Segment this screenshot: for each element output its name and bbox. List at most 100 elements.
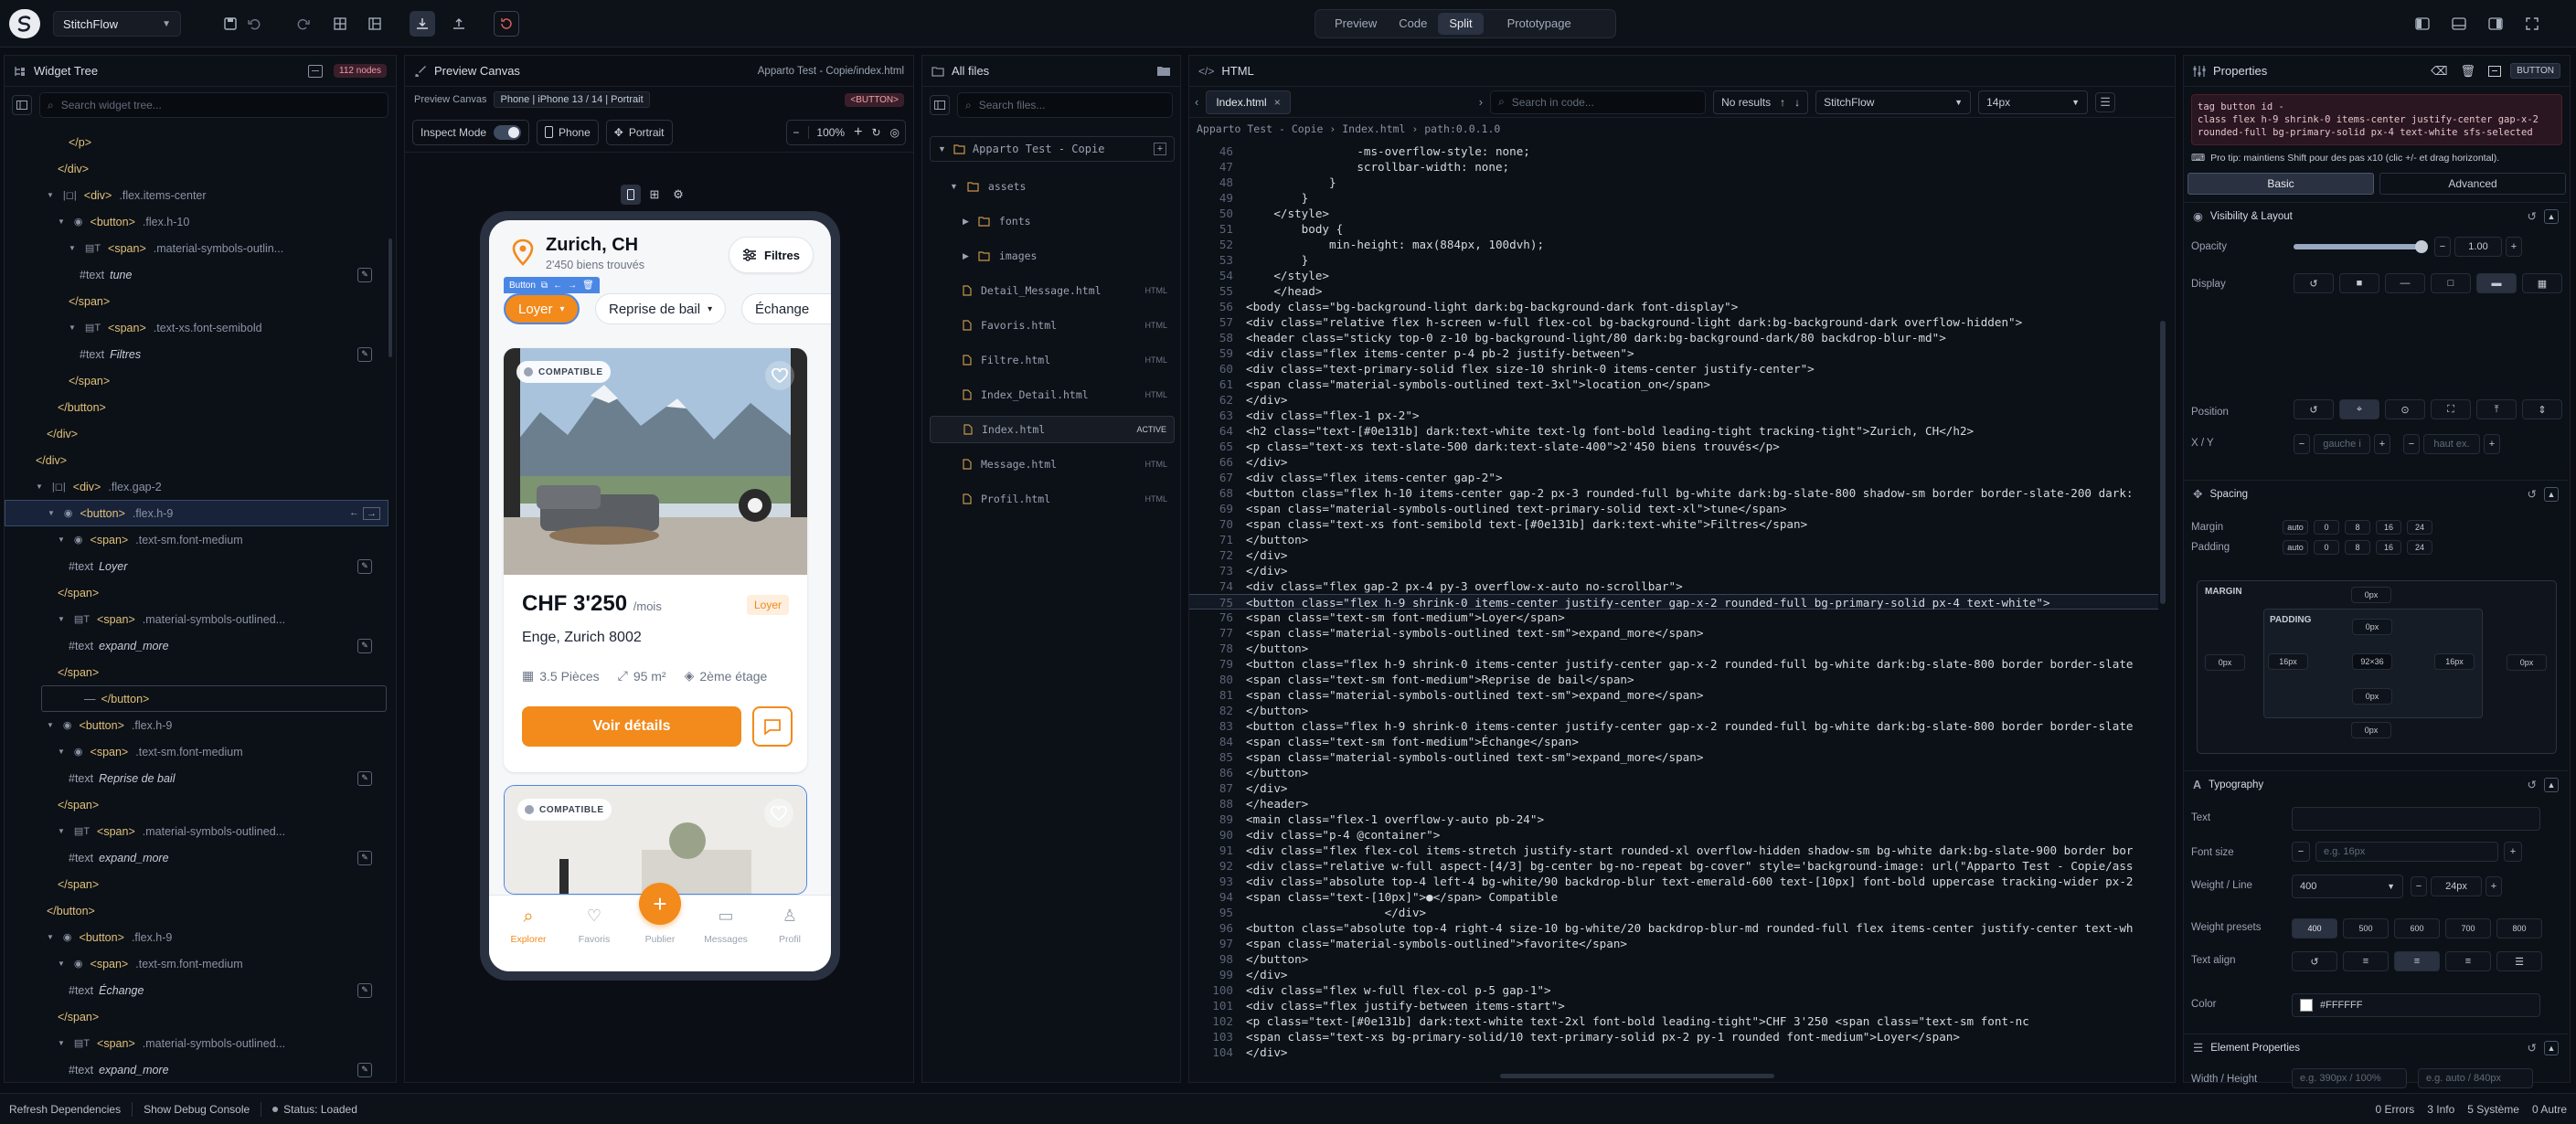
- project-selector[interactable]: StitchFlow ▼: [53, 11, 181, 37]
- tab-preview[interactable]: Preview: [1324, 13, 1388, 35]
- opacity-decrement[interactable]: −: [2434, 237, 2451, 257]
- preset-button[interactable]: 500: [2343, 918, 2389, 938]
- zoom-out-icon[interactable]: −: [793, 126, 799, 139]
- filters-button[interactable]: Filtres: [729, 237, 814, 273]
- file-item[interactable]: Filtre.html HTML: [930, 346, 1175, 374]
- tree-text-node[interactable]: #text tune ✎: [5, 261, 389, 288]
- inspect-switch[interactable]: [494, 124, 522, 140]
- preset-button[interactable]: 8: [2345, 520, 2370, 535]
- height-input[interactable]: e.g. auto / 840px: [2418, 1068, 2533, 1088]
- tree-row[interactable]: ▼ ▤T <span> .material-symbols-outlined...: [5, 606, 389, 632]
- reset-icon[interactable]: ↺: [2528, 487, 2537, 501]
- preset-button[interactable]: 24: [2407, 520, 2432, 535]
- reset-icon[interactable]: ↺: [2528, 778, 2537, 791]
- font-size-select[interactable]: 14px ▼: [1978, 90, 2089, 114]
- move-right-icon[interactable]: →: [568, 281, 577, 291]
- file-item[interactable]: Profil.html HTML: [930, 485, 1175, 513]
- element-section-header[interactable]: ☰ Element Properties ↺ ▲: [2184, 1034, 2568, 1061]
- folder-item[interactable]: ▶ fonts: [930, 207, 1175, 235]
- edit-icon[interactable]: ✎: [357, 267, 372, 282]
- preset-button[interactable]: 16: [2376, 540, 2401, 555]
- wrap-icon[interactable]: ☰: [2095, 91, 2116, 112]
- edit-icon[interactable]: ✎: [357, 558, 372, 574]
- chevron-down-icon[interactable]: ▼: [48, 509, 55, 517]
- tree-row[interactable]: ▼ ◉ <span> .text-sm.font-medium: [5, 950, 389, 977]
- delete-icon[interactable]: 🗑: [582, 281, 594, 291]
- line-increment[interactable]: +: [2486, 876, 2502, 896]
- align-reset-icon[interactable]: ↺: [2292, 951, 2337, 971]
- settings-icon[interactable]: ⚙: [668, 185, 688, 205]
- collapse-icon[interactable]: ▲: [2544, 1040, 2559, 1055]
- align-right-icon[interactable]: ≡: [2445, 951, 2491, 971]
- font-size-increment[interactable]: +: [2504, 842, 2522, 862]
- chevron-down-icon[interactable]: ▼: [47, 721, 54, 729]
- chevron-down-icon[interactable]: ▼: [36, 482, 43, 491]
- preset-button[interactable]: 600: [2394, 918, 2440, 938]
- message-button[interactable]: [752, 706, 793, 747]
- display-reset-icon[interactable]: ↺: [2294, 273, 2334, 293]
- tree-row[interactable]: ▼ ▤T <span> .text-xs.font-semibold: [5, 314, 389, 341]
- move-left-icon[interactable]: ←: [349, 507, 359, 520]
- tree-row[interactable]: ▼ ▤T <span> .material-symbols-outlin...: [5, 235, 389, 261]
- tree-row[interactable]: </span>: [5, 871, 389, 897]
- favorite-button[interactable]: [765, 361, 794, 390]
- tree-row[interactable]: </p>: [5, 129, 389, 155]
- display-inline-icon[interactable]: —: [2385, 273, 2425, 293]
- portrait-button[interactable]: ✥ Portrait: [605, 119, 673, 145]
- upload-icon[interactable]: [446, 11, 472, 37]
- code-hscrollbar[interactable]: [1500, 1074, 1774, 1078]
- display-block-icon[interactable]: ■: [2339, 273, 2379, 293]
- refresh-dependencies-button[interactable]: Refresh Dependencies: [9, 1103, 121, 1116]
- toggle-right-panel-icon[interactable]: [2483, 11, 2508, 37]
- spacing-section-header[interactable]: ✥ Spacing ↺ ▲: [2184, 480, 2568, 507]
- favorite-button-2[interactable]: [764, 799, 793, 828]
- nav-publier[interactable]: Publier: [633, 934, 687, 945]
- tree-row[interactable]: ▼ ◉ <button> .flex.h-9 ← →: [5, 500, 389, 526]
- preset-button[interactable]: 400: [2292, 918, 2337, 938]
- tab-advanced[interactable]: Advanced: [2379, 173, 2566, 195]
- tab-prototypage[interactable]: Prototypage: [1496, 13, 1582, 35]
- preset-button[interactable]: auto: [2283, 520, 2308, 535]
- reload-icon[interactable]: ↻: [871, 126, 880, 139]
- tree-row[interactable]: </span>: [5, 791, 389, 818]
- copy-icon[interactable]: ⧉: [541, 281, 548, 291]
- preset-button[interactable]: 0: [2314, 520, 2339, 535]
- mobile-frame-icon[interactable]: [621, 185, 641, 205]
- collapse-icon[interactable]: ▲: [2544, 208, 2559, 224]
- undo-icon[interactable]: [241, 11, 267, 37]
- position-absolute-icon[interactable]: ⛶: [2431, 399, 2471, 419]
- padding-right-input[interactable]: 16px: [2434, 653, 2475, 670]
- phone-device-button[interactable]: Phone: [537, 119, 599, 145]
- edit-icon[interactable]: ✎: [357, 346, 372, 362]
- chevron-right-icon[interactable]: ▶: [963, 217, 969, 227]
- code-lines[interactable]: 46 -ms-overflow-style: none; 47 scrollbar…: [1189, 143, 2158, 1076]
- chevron-down-icon[interactable]: ▼: [58, 960, 65, 968]
- tree-row[interactable]: </span>: [5, 579, 389, 606]
- tree-row[interactable]: ▼ |◻| <div> .flex.items-center: [5, 182, 389, 208]
- fullscreen-icon[interactable]: [2519, 11, 2545, 37]
- preset-button[interactable]: 8: [2345, 540, 2370, 555]
- display-inline-block-icon[interactable]: □: [2431, 273, 2471, 293]
- folder-item[interactable]: ▼ assets: [930, 173, 1175, 200]
- chip-loyer[interactable]: Loyer ▾: [504, 293, 580, 324]
- position-fixed-icon[interactable]: ⤒: [2476, 399, 2517, 419]
- tree-row[interactable]: </span>: [5, 367, 389, 394]
- other-count[interactable]: 0 Autre: [2532, 1103, 2567, 1116]
- edit-icon[interactable]: ✎: [357, 850, 372, 865]
- move-left-icon[interactable]: ←: [553, 281, 562, 291]
- display-flex-icon[interactable]: ▬: [2476, 273, 2517, 293]
- sidebar-toggle-icon[interactable]: [12, 95, 32, 115]
- width-input[interactable]: e.g. 390px / 100%: [2292, 1068, 2407, 1088]
- tree-row[interactable]: </span>: [5, 1003, 389, 1030]
- line-height-input[interactable]: 24px: [2431, 876, 2482, 896]
- tree-row[interactable]: </div>: [5, 155, 389, 182]
- nav-profil[interactable]: ♙ Profil: [763, 907, 816, 945]
- y-input[interactable]: haut ex.: [2423, 434, 2480, 454]
- preset-button[interactable]: 24: [2407, 540, 2432, 555]
- tree-text-node[interactable]: #text expand_more ✎: [5, 632, 389, 659]
- chevron-down-icon[interactable]: ▼: [69, 244, 76, 252]
- color-input[interactable]: #FFFFFF: [2292, 993, 2540, 1017]
- x-increment[interactable]: +: [2374, 434, 2390, 454]
- chevron-down-icon[interactable]: ▼: [58, 827, 65, 835]
- tree-row[interactable]: ▼ ▤T <span> .material-symbols-outlined...: [5, 1030, 389, 1056]
